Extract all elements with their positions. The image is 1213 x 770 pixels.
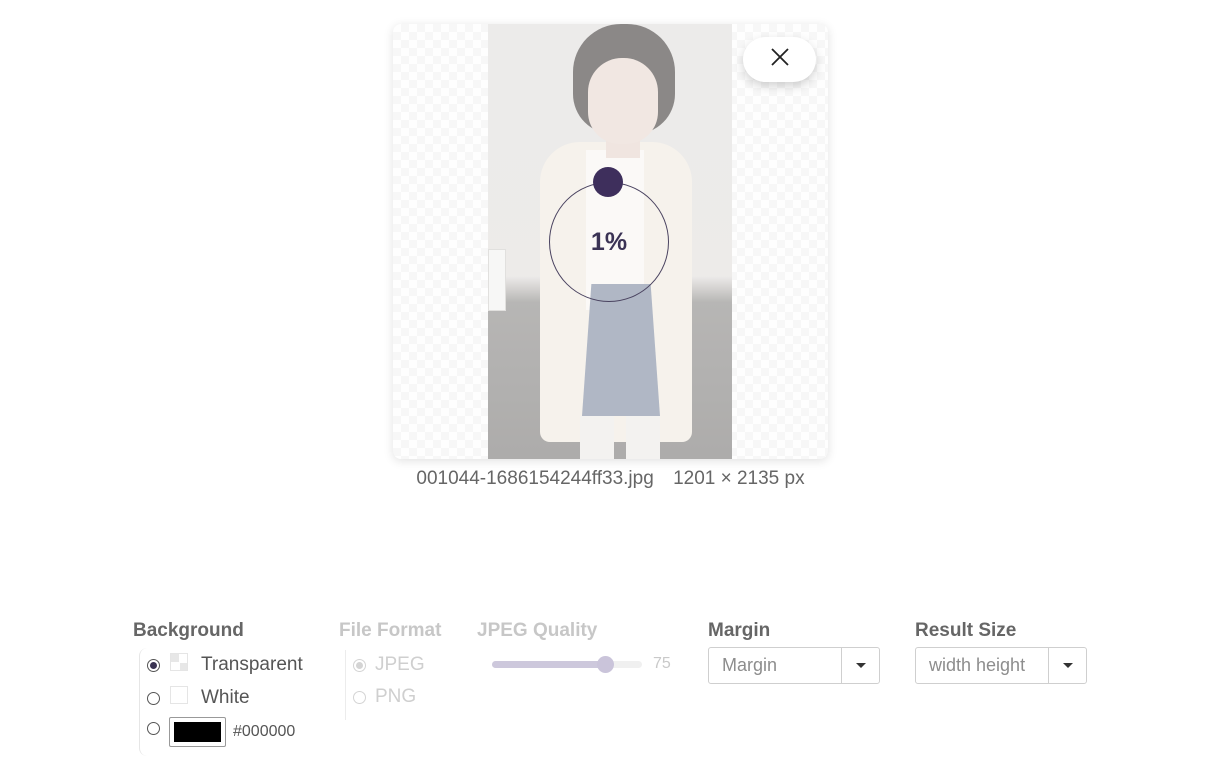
margin-label: Margin <box>708 620 771 641</box>
close-icon <box>770 47 790 72</box>
jpeg-quality-label: JPEG Quality <box>477 620 598 641</box>
transparent-swatch-icon <box>170 653 188 671</box>
result-size-dropdown-toggle[interactable] <box>1048 648 1086 683</box>
transparent-label: Transparent <box>201 654 303 675</box>
file-name: 001044-1686154244ff33.jpg <box>416 468 654 489</box>
image-preview-card: 1% <box>393 24 828 459</box>
color-hex-value: #000000 <box>233 723 296 740</box>
jpeg-label: JPEG <box>375 654 425 675</box>
result-size-placeholder: width height <box>929 655 1026 675</box>
slider-fill <box>492 661 605 668</box>
progress-percentage: 1% <box>590 227 628 256</box>
margin-dropdown-toggle[interactable] <box>841 648 879 683</box>
background-label: Background <box>133 620 244 641</box>
jpeg-quality-slider[interactable] <box>492 656 642 673</box>
format-option-png[interactable]: PNG <box>353 686 416 708</box>
result-size-label: Result Size <box>915 620 1017 641</box>
file-format-label: File Format <box>339 620 442 641</box>
slider-thumb[interactable] <box>596 656 614 673</box>
close-button[interactable] <box>743 37 816 82</box>
margin-placeholder: Margin <box>722 655 778 675</box>
result-size-select[interactable]: width height <box>915 647 1087 684</box>
background-option-transparent[interactable]: Transparent <box>147 653 303 676</box>
white-radio[interactable] <box>147 691 160 705</box>
caret-down-icon <box>855 663 866 668</box>
color-picker[interactable] <box>169 717 226 747</box>
file-format-divider <box>345 650 346 720</box>
transparent-radio[interactable] <box>147 658 160 672</box>
background-option-color[interactable]: #000000 <box>147 717 295 747</box>
background-option-white[interactable]: White <box>147 686 250 709</box>
jpeg-quality-value: 75 <box>653 655 671 672</box>
white-label: White <box>201 687 250 708</box>
jpeg-radio[interactable] <box>353 658 366 672</box>
margin-select[interactable]: Margin <box>708 647 880 684</box>
color-radio[interactable] <box>147 721 160 735</box>
image-dimensions: 1201 × 2135 px <box>673 468 805 489</box>
caret-down-icon <box>1062 663 1073 668</box>
png-label: PNG <box>375 686 417 707</box>
file-info: 001044-1686154244ff33.jpg 1201 × 2135 px <box>393 468 828 490</box>
format-option-jpeg[interactable]: JPEG <box>353 654 425 676</box>
png-radio[interactable] <box>353 690 366 704</box>
white-swatch-icon <box>170 686 188 704</box>
